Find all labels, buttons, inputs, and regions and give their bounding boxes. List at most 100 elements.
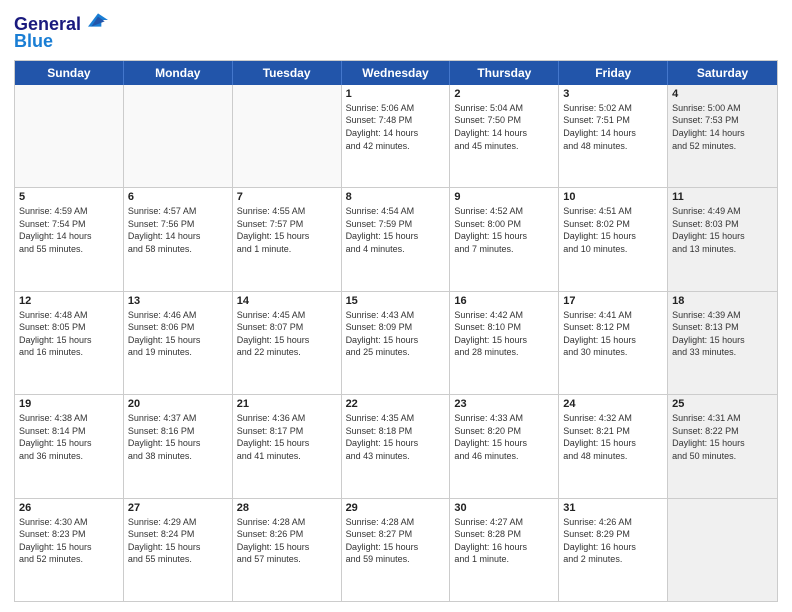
- calendar-row-2: 12Sunrise: 4:48 AM Sunset: 8:05 PM Dayli…: [15, 292, 777, 395]
- day-number-3: 3: [563, 88, 663, 100]
- weekday-friday: Friday: [559, 61, 668, 85]
- day-info-19: Sunrise: 4:38 AM Sunset: 8:14 PM Dayligh…: [19, 412, 119, 462]
- day-info-27: Sunrise: 4:29 AM Sunset: 8:24 PM Dayligh…: [128, 516, 228, 566]
- day-number-13: 13: [128, 295, 228, 307]
- day-cell-empty: [124, 85, 233, 187]
- day-cell-15: 15 Sunrise: 4:43 AM Sunset: 8:09 PM Dayli…: [342, 292, 451, 394]
- day-cell-16: 16 Sunrise: 4:42 AM Sunset: 8:10 PM Dayli…: [450, 292, 559, 394]
- day-cell-24: 24 Sunrise: 4:32 AM Sunset: 8:21 PM Dayli…: [559, 395, 668, 497]
- day-number-15: 15: [346, 295, 446, 307]
- header: General Blue: [14, 10, 778, 52]
- calendar-body: 1 Sunrise: 5:06 AM Sunset: 7:48 PM Daylig…: [15, 85, 777, 601]
- day-number-7: 7: [237, 191, 337, 203]
- calendar-row-0: 1 Sunrise: 5:06 AM Sunset: 7:48 PM Daylig…: [15, 85, 777, 188]
- day-cell-11: 11Sunrise: 4:49 AM Sunset: 8:03 PM Dayli…: [668, 188, 777, 290]
- day-cell-10: 10 Sunrise: 4:51 AM Sunset: 8:02 PM Dayli…: [559, 188, 668, 290]
- day-number-31: 31: [563, 502, 663, 514]
- day-info-16: Sunrise: 4:42 AM Sunset: 8:10 PM Dayligh…: [454, 309, 554, 359]
- day-number-20: 20: [128, 398, 228, 410]
- day-cell-empty: [233, 85, 342, 187]
- calendar-row-1: 5Sunrise: 4:59 AM Sunset: 7:54 PM Daylig…: [15, 188, 777, 291]
- day-info-28: Sunrise: 4:28 AM Sunset: 8:26 PM Dayligh…: [237, 516, 337, 566]
- day-info-14: Sunrise: 4:45 AM Sunset: 8:07 PM Dayligh…: [237, 309, 337, 359]
- day-info-31: Sunrise: 4:26 AM Sunset: 8:29 PM Dayligh…: [563, 516, 663, 566]
- day-info-4: Sunrise: 5:00 AM Sunset: 7:53 PM Dayligh…: [672, 102, 773, 152]
- day-info-29: Sunrise: 4:28 AM Sunset: 8:27 PM Dayligh…: [346, 516, 446, 566]
- day-cell-17: 17 Sunrise: 4:41 AM Sunset: 8:12 PM Dayli…: [559, 292, 668, 394]
- calendar-header: SundayMondayTuesdayWednesdayThursdayFrid…: [15, 61, 777, 85]
- calendar: SundayMondayTuesdayWednesdayThursdayFrid…: [14, 60, 778, 602]
- day-info-12: Sunrise: 4:48 AM Sunset: 8:05 PM Dayligh…: [19, 309, 119, 359]
- day-number-8: 8: [346, 191, 446, 203]
- day-number-11: 11: [672, 191, 773, 203]
- day-number-18: 18: [672, 295, 773, 307]
- day-info-30: Sunrise: 4:27 AM Sunset: 8:28 PM Dayligh…: [454, 516, 554, 566]
- logo: General Blue: [14, 10, 108, 52]
- day-number-22: 22: [346, 398, 446, 410]
- day-cell-1: 1 Sunrise: 5:06 AM Sunset: 7:48 PM Daylig…: [342, 85, 451, 187]
- day-cell-9: 9Sunrise: 4:52 AM Sunset: 8:00 PM Daylig…: [450, 188, 559, 290]
- page: General Blue SundayMondayTuesdayWednesda…: [0, 0, 792, 612]
- day-info-8: Sunrise: 4:54 AM Sunset: 7:59 PM Dayligh…: [346, 205, 446, 255]
- day-cell-6: 6Sunrise: 4:57 AM Sunset: 7:56 PM Daylig…: [124, 188, 233, 290]
- day-info-24: Sunrise: 4:32 AM Sunset: 8:21 PM Dayligh…: [563, 412, 663, 462]
- day-cell-2: 2 Sunrise: 5:04 AM Sunset: 7:50 PM Daylig…: [450, 85, 559, 187]
- day-cell-empty: [668, 499, 777, 601]
- weekday-tuesday: Tuesday: [233, 61, 342, 85]
- day-info-21: Sunrise: 4:36 AM Sunset: 8:17 PM Dayligh…: [237, 412, 337, 462]
- day-cell-31: 31 Sunrise: 4:26 AM Sunset: 8:29 PM Dayli…: [559, 499, 668, 601]
- day-cell-8: 8 Sunrise: 4:54 AM Sunset: 7:59 PM Daylig…: [342, 188, 451, 290]
- day-number-29: 29: [346, 502, 446, 514]
- day-cell-30: 30 Sunrise: 4:27 AM Sunset: 8:28 PM Dayli…: [450, 499, 559, 601]
- day-cell-20: 20 Sunrise: 4:37 AM Sunset: 8:16 PM Dayli…: [124, 395, 233, 497]
- day-info-20: Sunrise: 4:37 AM Sunset: 8:16 PM Dayligh…: [128, 412, 228, 462]
- calendar-row-4: 26 Sunrise: 4:30 AM Sunset: 8:23 PM Dayli…: [15, 499, 777, 601]
- day-cell-14: 14 Sunrise: 4:45 AM Sunset: 8:07 PM Dayli…: [233, 292, 342, 394]
- day-number-28: 28: [237, 502, 337, 514]
- day-cell-29: 29 Sunrise: 4:28 AM Sunset: 8:27 PM Dayli…: [342, 499, 451, 601]
- day-info-7: Sunrise: 4:55 AM Sunset: 7:57 PM Dayligh…: [237, 205, 337, 255]
- day-info-17: Sunrise: 4:41 AM Sunset: 8:12 PM Dayligh…: [563, 309, 663, 359]
- day-cell-18: 18 Sunrise: 4:39 AM Sunset: 8:13 PM Dayli…: [668, 292, 777, 394]
- day-number-1: 1: [346, 88, 446, 100]
- day-info-18: Sunrise: 4:39 AM Sunset: 8:13 PM Dayligh…: [672, 309, 773, 359]
- day-number-26: 26: [19, 502, 119, 514]
- day-number-25: 25: [672, 398, 773, 410]
- day-cell-27: 27 Sunrise: 4:29 AM Sunset: 8:24 PM Dayli…: [124, 499, 233, 601]
- logo-icon: [88, 10, 108, 30]
- day-cell-7: 7 Sunrise: 4:55 AM Sunset: 7:57 PM Daylig…: [233, 188, 342, 290]
- day-number-19: 19: [19, 398, 119, 410]
- day-info-25: Sunrise: 4:31 AM Sunset: 8:22 PM Dayligh…: [672, 412, 773, 462]
- day-cell-19: 19 Sunrise: 4:38 AM Sunset: 8:14 PM Dayli…: [15, 395, 124, 497]
- day-number-17: 17: [563, 295, 663, 307]
- day-info-23: Sunrise: 4:33 AM Sunset: 8:20 PM Dayligh…: [454, 412, 554, 462]
- day-cell-23: 23 Sunrise: 4:33 AM Sunset: 8:20 PM Dayli…: [450, 395, 559, 497]
- day-info-22: Sunrise: 4:35 AM Sunset: 8:18 PM Dayligh…: [346, 412, 446, 462]
- day-info-13: Sunrise: 4:46 AM Sunset: 8:06 PM Dayligh…: [128, 309, 228, 359]
- day-cell-empty: [15, 85, 124, 187]
- day-number-10: 10: [563, 191, 663, 203]
- day-cell-4: 4 Sunrise: 5:00 AM Sunset: 7:53 PM Daylig…: [668, 85, 777, 187]
- day-info-5: Sunrise: 4:59 AM Sunset: 7:54 PM Dayligh…: [19, 205, 119, 255]
- day-number-24: 24: [563, 398, 663, 410]
- day-number-21: 21: [237, 398, 337, 410]
- day-cell-25: 25 Sunrise: 4:31 AM Sunset: 8:22 PM Dayli…: [668, 395, 777, 497]
- day-number-30: 30: [454, 502, 554, 514]
- day-number-16: 16: [454, 295, 554, 307]
- weekday-monday: Monday: [124, 61, 233, 85]
- day-info-10: Sunrise: 4:51 AM Sunset: 8:02 PM Dayligh…: [563, 205, 663, 255]
- day-cell-22: 22 Sunrise: 4:35 AM Sunset: 8:18 PM Dayli…: [342, 395, 451, 497]
- day-number-4: 4: [672, 88, 773, 100]
- day-info-15: Sunrise: 4:43 AM Sunset: 8:09 PM Dayligh…: [346, 309, 446, 359]
- weekday-wednesday: Wednesday: [342, 61, 451, 85]
- day-cell-26: 26 Sunrise: 4:30 AM Sunset: 8:23 PM Dayli…: [15, 499, 124, 601]
- day-number-2: 2: [454, 88, 554, 100]
- day-info-26: Sunrise: 4:30 AM Sunset: 8:23 PM Dayligh…: [19, 516, 119, 566]
- day-number-23: 23: [454, 398, 554, 410]
- day-info-1: Sunrise: 5:06 AM Sunset: 7:48 PM Dayligh…: [346, 102, 446, 152]
- day-number-27: 27: [128, 502, 228, 514]
- day-info-3: Sunrise: 5:02 AM Sunset: 7:51 PM Dayligh…: [563, 102, 663, 152]
- day-info-2: Sunrise: 5:04 AM Sunset: 7:50 PM Dayligh…: [454, 102, 554, 152]
- day-cell-3: 3 Sunrise: 5:02 AM Sunset: 7:51 PM Daylig…: [559, 85, 668, 187]
- day-number-14: 14: [237, 295, 337, 307]
